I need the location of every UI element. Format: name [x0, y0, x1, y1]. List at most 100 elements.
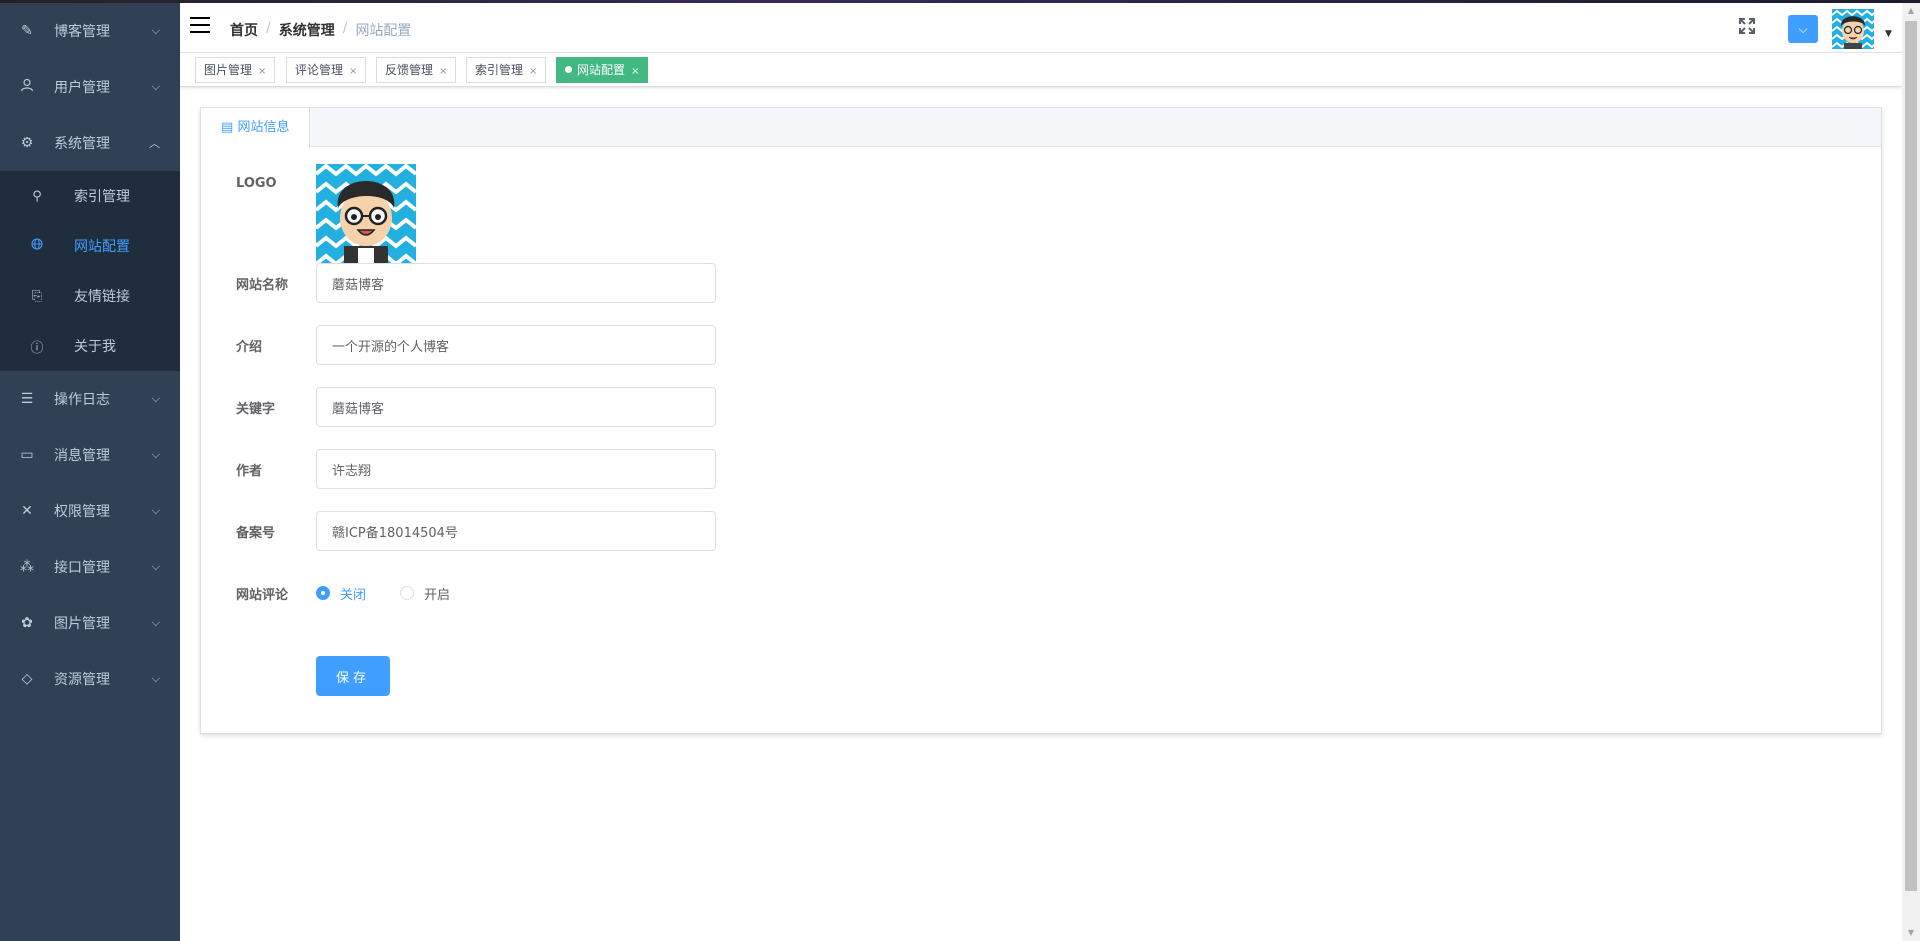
tag-picture[interactable]: 图片管理 ×: [195, 57, 276, 83]
sidebar-item-site-config[interactable]: 网站配置: [0, 221, 180, 271]
tree-icon: ⁂: [20, 559, 34, 575]
avatar[interactable]: [1831, 9, 1875, 49]
site-name-input[interactable]: [316, 263, 716, 303]
form-row-name: 网站名称: [236, 263, 716, 303]
card-tabs: ▤ 网站信息: [201, 108, 1881, 148]
tags-view: 图片管理 × 评论管理 × 反馈管理 × 索引管理 × 网站配置 ×: [180, 53, 1902, 87]
radio-circle: [316, 586, 330, 600]
form-row-keyword: 关键字: [236, 387, 716, 427]
active-dot: [565, 66, 572, 73]
info-icon: ⓘ: [30, 340, 44, 356]
comment-on-radio[interactable]: 开启: [400, 584, 450, 603]
radio-label: 关闭: [340, 587, 367, 603]
scroll-down-icon[interactable]: ▼: [1902, 925, 1920, 941]
log-icon: ☰: [20, 391, 34, 407]
sidebar-item-label: 操作日志: [54, 392, 110, 408]
sidebar-item-log[interactable]: ☰ 操作日志 ⌵: [0, 371, 180, 427]
author-input[interactable]: [316, 449, 716, 489]
chevron-down-icon: ⌵: [151, 80, 160, 93]
tag-index[interactable]: 索引管理 ×: [466, 57, 547, 83]
breadcrumb-current: 网站配置: [355, 23, 412, 39]
comment-label: 网站评论: [236, 587, 289, 603]
sidebar-item-label: 消息管理: [54, 448, 110, 464]
tools-icon: ✕: [21, 503, 33, 519]
sidebar-item-label: 资源管理: [54, 672, 110, 688]
chevron-up-icon: ︿: [149, 137, 160, 150]
system-submenu: ⚲ 索引管理 网站配置 ⎘ 友情链接 ⓘ 关于我: [0, 171, 180, 371]
close-icon[interactable]: ×: [258, 66, 266, 77]
radio-label: 开启: [424, 587, 451, 603]
tag-label: 网站配置: [577, 63, 626, 77]
tag-site-config[interactable]: 网站配置 ×: [556, 57, 649, 83]
logo-image[interactable]: [314, 163, 418, 267]
close-icon[interactable]: ×: [631, 66, 639, 77]
record-label: 备案号: [236, 525, 276, 541]
image-icon: ✿: [21, 615, 33, 631]
sidebar-item-picture[interactable]: ✿ 图片管理 ⌵: [0, 595, 180, 651]
caret-down-icon[interactable]: ▼: [1885, 29, 1892, 39]
sidebar-item-resource[interactable]: ◇ 资源管理 ⌵: [0, 651, 180, 707]
sidebar-item-label: 网站配置: [74, 239, 130, 255]
fullscreen-icon[interactable]: [1738, 17, 1756, 40]
chevron-down-icon: ⌵: [151, 672, 160, 685]
chevron-down-icon: ⌵: [151, 448, 160, 461]
sidebar-item-message[interactable]: ▭ 消息管理 ⌵: [0, 427, 180, 483]
sidebar-item-label: 接口管理: [54, 560, 110, 576]
sidebar-item-label: 索引管理: [74, 189, 130, 205]
breadcrumb-separator: /: [266, 20, 271, 36]
breadcrumb: 首页 / 系统管理 / 网站配置: [230, 20, 411, 40]
hamburger-icon[interactable]: [190, 17, 210, 35]
form-row-comment: 网站评论 关闭 开启: [236, 573, 480, 613]
sidebar-item-friend-link[interactable]: ⎘ 友情链接: [0, 271, 180, 321]
tag-label: 评论管理: [295, 63, 344, 77]
save-button[interactable]: 保存: [316, 656, 390, 696]
scrollbar[interactable]: ▲ ▼: [1902, 3, 1920, 941]
form-row-record: 备案号: [236, 511, 716, 551]
chevron-down-icon: ⌵: [151, 616, 160, 629]
comment-off-radio[interactable]: 关闭: [316, 584, 366, 603]
breadcrumb-separator: /: [342, 20, 348, 36]
summary-label: 介绍: [236, 339, 263, 355]
sidebar-item-api[interactable]: ⁂ 接口管理 ⌵: [0, 539, 180, 595]
record-number-input[interactable]: [316, 511, 716, 551]
tag-comment[interactable]: 评论管理 ×: [286, 57, 367, 83]
user-icon: [0, 78, 54, 96]
graduation-icon: ◇: [21, 671, 33, 687]
tab-site-info[interactable]: ▤ 网站信息: [201, 108, 311, 148]
chevron-down-icon: ⌵: [151, 392, 160, 405]
tag-label: 反馈管理: [385, 63, 434, 77]
sidebar-item-blog[interactable]: ✎ 博客管理 ⌵: [0, 3, 180, 59]
author-label: 作者: [236, 463, 263, 479]
logo-label: LOGO: [236, 176, 277, 191]
close-icon[interactable]: ×: [439, 66, 447, 77]
form-row-author: 作者: [236, 449, 716, 489]
dropdown-button[interactable]: ⌵: [1788, 15, 1818, 43]
search-index-icon: ⚲: [32, 188, 42, 204]
sidebar-item-label: 友情链接: [74, 289, 130, 305]
close-icon[interactable]: ×: [529, 66, 537, 77]
chevron-down-icon: ⌵: [151, 560, 160, 573]
keyword-input[interactable]: [316, 387, 716, 427]
tag-label: 索引管理: [475, 63, 524, 77]
breadcrumb-system[interactable]: 系统管理: [279, 20, 335, 40]
sidebar-item-label: 博客管理: [54, 24, 110, 40]
sidebar-item-users[interactable]: 用户管理 ⌵: [0, 59, 180, 115]
close-icon[interactable]: ×: [349, 66, 357, 77]
scroll-thumb[interactable]: [1905, 21, 1917, 891]
tag-label: 图片管理: [204, 63, 253, 77]
calendar-icon: ▤: [221, 120, 234, 135]
sidebar-item-about[interactable]: ⓘ 关于我: [0, 321, 180, 371]
sidebar-item-permission[interactable]: ✕ 权限管理 ⌵: [0, 483, 180, 539]
summary-input[interactable]: [316, 325, 716, 365]
sidebar-item-system[interactable]: ⚙ 系统管理 ︿: [0, 115, 180, 171]
scroll-up-icon[interactable]: ▲: [1902, 3, 1920, 19]
tag-feedback[interactable]: 反馈管理 ×: [376, 57, 457, 83]
tab-label: 网站信息: [237, 120, 290, 135]
keyword-label: 关键字: [236, 401, 276, 417]
name-label: 网站名称: [236, 277, 289, 293]
sidebar-item-index[interactable]: ⚲ 索引管理: [0, 171, 180, 221]
breadcrumb-home[interactable]: 首页: [230, 20, 258, 40]
sidebar-item-label: 系统管理: [54, 136, 110, 152]
sidebar: ✎ 博客管理 ⌵ 用户管理 ⌵ ⚙ 系统管理 ︿ ⚲ 索引管理 网站配置 ⎘ 友…: [0, 3, 180, 941]
form-row-logo: LOGO: [236, 163, 418, 267]
